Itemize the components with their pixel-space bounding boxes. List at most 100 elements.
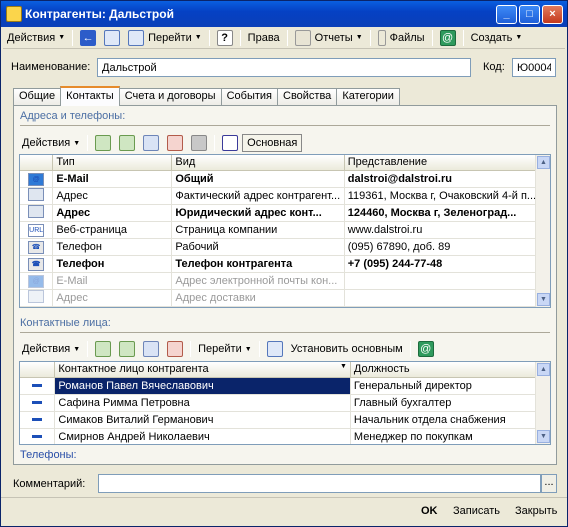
contacts-table[interactable]: Контактное лицо контрагента ▼ Должность Р…: [19, 361, 551, 445]
ok-button[interactable]: OK: [415, 502, 444, 522]
email-icon: @: [439, 29, 456, 46]
refresh-button[interactable]: [100, 28, 124, 48]
print-button[interactable]: [187, 133, 211, 153]
create-menu[interactable]: Создать ▼: [467, 28, 527, 48]
addresses-grid: Тип Вид Представление @ E-Mail Общий dalstr…: [20, 155, 550, 307]
contact-row-icon-cell: [20, 394, 56, 412]
address-kind-cell: Телефон контрагента: [171, 255, 345, 273]
email-button[interactable]: @: [436, 28, 460, 48]
address-kind-cell: Адрес электронной почты кон...: [171, 272, 345, 290]
name-field[interactable]: [97, 58, 471, 77]
toolbar-separator: [208, 29, 210, 46]
edit-pencil-icon: [222, 135, 239, 151]
header-contact-name[interactable]: Контактное лицо контрагента ▼: [54, 362, 351, 378]
scroll-down-icon[interactable]: ▼: [537, 293, 550, 306]
copy-contact-button[interactable]: [115, 339, 139, 359]
window: Контрагенты: Дальстрой _ □ × Действия ▼ ←…: [0, 0, 568, 527]
reports-icon: [294, 29, 311, 46]
address-row[interactable]: Адрес Юридический адрес конт... 124460, Мо…: [20, 204, 550, 222]
toolbar-separator: [369, 29, 371, 46]
add-contact-button[interactable]: [91, 339, 115, 359]
help-button[interactable]: ?: [213, 28, 237, 48]
contact-row[interactable]: Смирнов Андрей Николаевич Менеджер по пок…: [20, 428, 550, 444]
rights-button[interactable]: Права: [244, 28, 284, 48]
back-button[interactable]: ←: [76, 28, 100, 48]
delete-row-button[interactable]: [163, 133, 187, 153]
address-value-cell: 119361, Москва г, Очаковский 4-й п...: [344, 187, 550, 205]
addresses-scrollbar[interactable]: ▲ ▼: [535, 155, 550, 307]
actions-menu[interactable]: Действия ▼: [3, 28, 69, 48]
addresses-actions-menu[interactable]: Действия ▼: [18, 133, 84, 153]
reports-menu[interactable]: Отчеты ▼: [291, 28, 367, 48]
header-kind[interactable]: Вид: [171, 155, 345, 171]
main-button[interactable]: Основная: [242, 134, 303, 152]
address-row[interactable]: Адрес Фактический адрес контрагент... 1193…: [20, 187, 550, 205]
address-type-cell: Адрес: [52, 204, 173, 222]
copy-row-button[interactable]: [115, 133, 139, 153]
refresh-icon: [104, 29, 121, 46]
delete-row-icon: [167, 135, 184, 151]
address-row-icon-cell: @: [20, 170, 54, 188]
header-representation[interactable]: Представление: [344, 155, 550, 171]
code-field[interactable]: [512, 58, 556, 77]
address-row[interactable]: @ E-Mail Общий dalstroi@dalstroi.ru: [20, 170, 550, 188]
goto-menu[interactable]: Перейти ▼: [124, 28, 206, 48]
tab-accounts[interactable]: Счета и договоры: [118, 88, 222, 106]
add-row-button[interactable]: [91, 133, 115, 153]
toolbar-separator: [190, 341, 192, 357]
actions-menu-label: Действия: [7, 31, 56, 44]
scroll-up-icon[interactable]: ▲: [537, 363, 550, 376]
address-row[interactable]: URL Веб-страница Страница компании www.dals…: [20, 221, 550, 239]
address-kind-cell: Рабочий: [171, 238, 345, 256]
addresses-table[interactable]: Тип Вид Представление @ E-Mail Общий dalstr…: [19, 154, 551, 308]
goto-icon: [128, 29, 145, 46]
settings-button[interactable]: [218, 133, 242, 153]
addresses-toolbar: Действия ▼ Основная: [18, 132, 303, 154]
comment-select-button[interactable]: ...: [541, 474, 557, 493]
contacts-goto-menu[interactable]: Перейти ▼: [194, 339, 256, 359]
edit-contact-button[interactable]: [139, 339, 163, 359]
tab-events[interactable]: События: [220, 88, 278, 106]
contacts-scrollbar[interactable]: ▲ ▼: [535, 362, 550, 444]
header-position[interactable]: Должность: [350, 362, 550, 378]
tab-categories[interactable]: Категории: [336, 88, 400, 106]
contact-row[interactable]: Романов Павел Вячеславович Генеральный ди…: [20, 377, 550, 395]
address-row[interactable]: @ E-Mail Адрес электронной почты кон...: [20, 272, 550, 290]
minimize-button[interactable]: _: [496, 5, 517, 24]
address-row[interactable]: Адрес Адрес доставки: [20, 289, 550, 307]
dropdown-arrow-icon: ▼: [244, 345, 252, 353]
files-button[interactable]: Файлы: [374, 28, 429, 48]
address-row-icon-cell: [20, 204, 54, 222]
contacts-email-button[interactable]: @: [414, 339, 438, 359]
comment-label: Комментарий:: [13, 478, 86, 490]
save-button[interactable]: Записать: [447, 502, 506, 522]
back-arrow-icon: ←: [80, 29, 97, 46]
header-contact-name-label: Контактное лицо контрагента: [58, 363, 209, 376]
set-main-button[interactable]: Установить основным: [287, 339, 407, 359]
contact-row[interactable]: Симаков Виталий Германович Начальник отде…: [20, 411, 550, 429]
contacts-actions-menu[interactable]: Действия ▼: [18, 339, 84, 359]
header-type[interactable]: Тип: [52, 155, 173, 171]
edit-row-button[interactable]: [139, 133, 163, 153]
contact-row[interactable]: Сафина Римма Петровна Главный бухгалтер: [20, 394, 550, 412]
contacts-grid: Контактное лицо контрагента ▼ Должность Р…: [20, 362, 550, 444]
tab-properties[interactable]: Свойства: [277, 88, 338, 106]
reports-menu-label: Отчеты: [314, 31, 353, 44]
address-row[interactable]: ☎ Телефон Рабочий (095) 67890, доб. 89: [20, 238, 550, 256]
comment-field[interactable]: [98, 474, 541, 493]
section-divider: [20, 125, 550, 126]
tab-general[interactable]: Общие: [13, 88, 62, 106]
scroll-up-icon[interactable]: ▲: [537, 156, 550, 169]
maximize-button[interactable]: □: [519, 5, 540, 24]
close-window-button[interactable]: ×: [542, 5, 563, 24]
addresses-section-title: Адреса и телефоны:: [20, 110, 126, 122]
contacts-refresh-button[interactable]: [263, 339, 287, 359]
close-button[interactable]: Закрыть: [509, 502, 563, 522]
toolbar-separator: [72, 29, 74, 46]
scroll-down-icon[interactable]: ▼: [537, 430, 550, 443]
address-row[interactable]: ☎ Телефон Телефон контрагента +7 (095) 244-…: [20, 255, 550, 273]
address-value-cell: (095) 67890, доб. 89: [344, 238, 550, 256]
delete-contact-button[interactable]: [163, 339, 187, 359]
dropdown-arrow-icon: ▼: [58, 34, 66, 41]
tab-contacts[interactable]: Контакты: [60, 86, 120, 106]
